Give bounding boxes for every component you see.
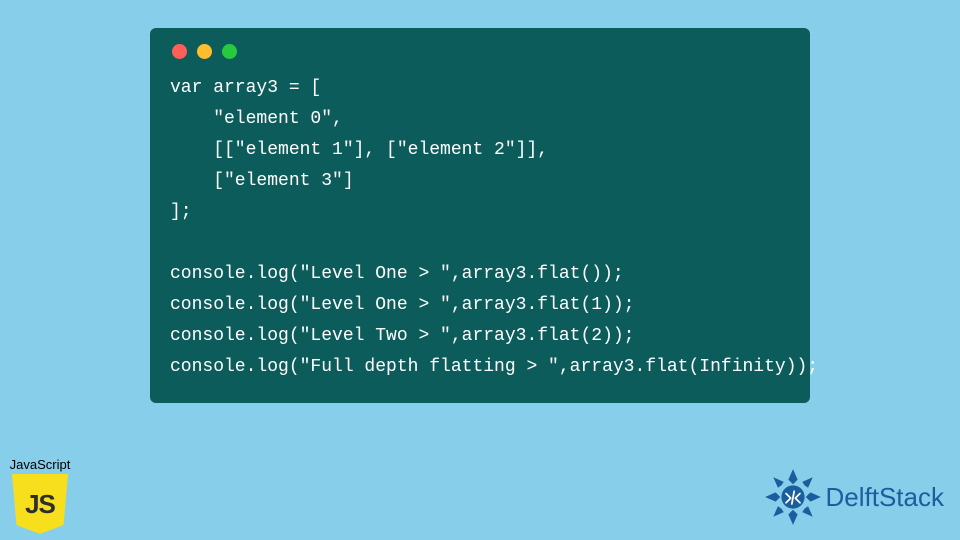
javascript-shield-icon: JS	[12, 474, 68, 534]
minimize-icon	[197, 44, 212, 59]
delftstack-brand-text: DelftStack	[826, 482, 945, 513]
code-block: var array3 = [ "element 0", [["element 1…	[170, 73, 790, 383]
javascript-badge: JavaScript JS	[6, 457, 74, 534]
maximize-icon	[222, 44, 237, 59]
delftstack-logo: DelftStack	[764, 468, 945, 526]
javascript-label: JavaScript	[6, 457, 74, 472]
close-icon	[172, 44, 187, 59]
javascript-shield-text: JS	[25, 489, 55, 520]
code-window: var array3 = [ "element 0", [["element 1…	[150, 28, 810, 403]
window-traffic-lights	[172, 44, 790, 59]
delftstack-mandala-icon	[764, 468, 822, 526]
